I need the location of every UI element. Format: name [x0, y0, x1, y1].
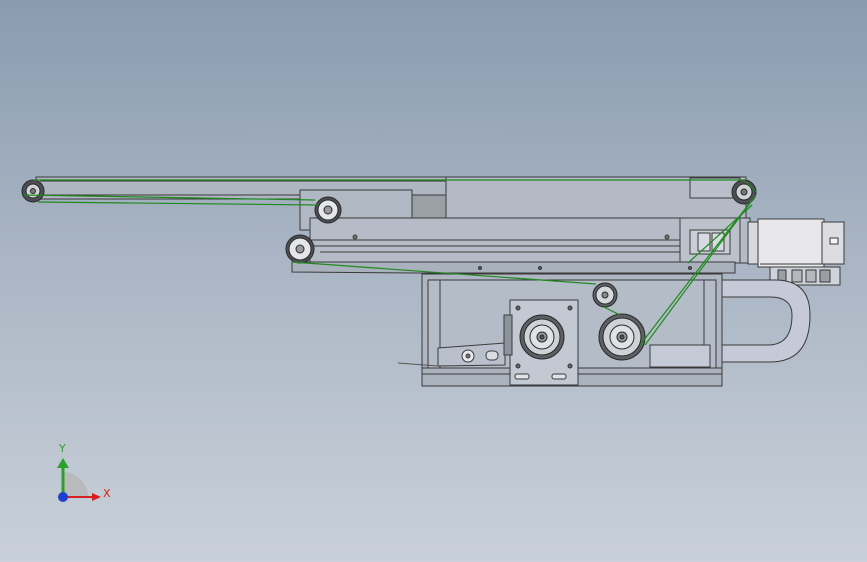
- drive-gear-left[interactable]: [519, 314, 565, 360]
- triad-y-label: Y: [59, 442, 66, 455]
- cad-model-drawing[interactable]: [0, 0, 867, 562]
- graphics-viewport[interactable]: Y X: [0, 0, 867, 562]
- tensioner-idler[interactable]: [592, 282, 618, 308]
- pulley-upper-idler[interactable]: [314, 196, 342, 224]
- pulley-left-end[interactable]: [21, 179, 45, 203]
- linear-rail[interactable]: [309, 217, 751, 264]
- cable-chain[interactable]: [721, 279, 811, 363]
- pulley-lower-idler[interactable]: [285, 234, 315, 264]
- orientation-triad: [57, 458, 101, 502]
- triad-x-label: X: [103, 487, 111, 500]
- triad-plane: [63, 472, 88, 497]
- lower-plate[interactable]: [291, 261, 736, 274]
- stepper-motor[interactable]: [747, 218, 845, 268]
- drive-gear-right[interactable]: [598, 313, 646, 361]
- triad-z-axis: [58, 492, 68, 502]
